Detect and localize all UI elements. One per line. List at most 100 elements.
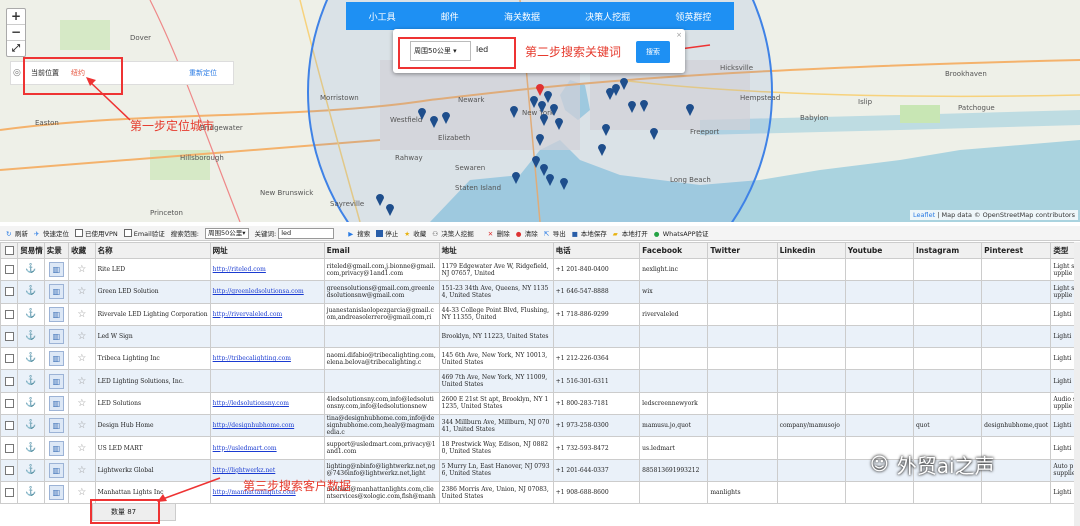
- close-icon[interactable]: ×: [676, 31, 682, 39]
- header-phone[interactable]: 电话: [552, 242, 641, 259]
- url-cell[interactable]: http://ledsolutionsny.com: [209, 391, 325, 416]
- row-select[interactable]: [0, 302, 19, 326]
- email-verify-checkbox[interactable]: Email验证: [123, 228, 165, 238]
- trade-cell[interactable]: ⚓: [17, 369, 45, 393]
- header-instagram[interactable]: Instagram: [912, 242, 983, 259]
- open-local-button[interactable]: ▰ 本地打开: [613, 228, 648, 239]
- building-icon[interactable]: ▥: [48, 262, 64, 278]
- url-cell[interactable]: http://rivervaleled.com: [209, 302, 325, 326]
- row-select[interactable]: [0, 369, 19, 393]
- scene-cell[interactable]: ▥: [43, 302, 70, 326]
- vertical-scrollbar[interactable]: [1074, 242, 1080, 526]
- scene-cell[interactable]: ▥: [43, 324, 70, 349]
- star-icon[interactable]: ☆: [77, 443, 86, 454]
- row-checkbox[interactable]: [4, 398, 14, 408]
- building-icon[interactable]: ▥: [48, 395, 64, 411]
- keyword-field[interactable]: led: [278, 227, 335, 239]
- trade-cell[interactable]: ⚓: [17, 324, 45, 349]
- building-icon[interactable]: ▥: [48, 373, 64, 389]
- trade-cell[interactable]: ⚓: [17, 391, 45, 416]
- table-row[interactable]: ⚓ ▥ ☆ Tribeca Lighting Inc http://tribecalig…: [0, 347, 1080, 371]
- fav-cell[interactable]: ☆: [68, 369, 96, 393]
- row-checkbox[interactable]: [4, 376, 14, 386]
- trade-cell[interactable]: ⚓: [17, 436, 45, 460]
- star-icon[interactable]: ☆: [77, 331, 86, 342]
- star-icon[interactable]: ☆: [77, 286, 86, 297]
- header-trade[interactable]: 贸易情: [17, 242, 45, 259]
- building-icon[interactable]: ▥: [48, 351, 64, 367]
- anchor-icon[interactable]: ⚓: [25, 353, 36, 363]
- favorite-button[interactable]: ★ 收藏: [404, 228, 426, 239]
- table-row[interactable]: ⚓ ▥ ☆ LED Solutions http://ledsolutionsny.co…: [0, 391, 1080, 416]
- star-icon[interactable]: ☆: [77, 264, 86, 275]
- trade-cell[interactable]: ⚓: [17, 280, 45, 304]
- range-dropdown[interactable]: 周围50公里 ▾: [204, 227, 249, 239]
- header-select[interactable]: [0, 242, 19, 259]
- star-icon[interactable]: ☆: [77, 420, 86, 431]
- search-button[interactable]: 搜索: [636, 41, 670, 63]
- row-checkbox[interactable]: [4, 354, 14, 364]
- row-checkbox[interactable]: [4, 309, 14, 319]
- header-name[interactable]: 名称: [94, 242, 211, 259]
- fav-cell[interactable]: ☆: [68, 414, 96, 438]
- header-url[interactable]: 网址: [209, 242, 325, 259]
- url-cell[interactable]: http://riteled.com: [209, 257, 325, 282]
- trade-cell[interactable]: ⚓: [17, 302, 45, 326]
- table-row[interactable]: ⚓ ▥ ☆ Rite LED http://riteled.com riteled@gma…: [0, 257, 1080, 282]
- fav-cell[interactable]: ☆: [68, 324, 96, 349]
- scene-cell[interactable]: ▥: [43, 257, 70, 282]
- fav-cell[interactable]: ☆: [68, 436, 96, 460]
- anchor-icon[interactable]: ⚓: [25, 398, 36, 408]
- star-icon[interactable]: ☆: [77, 398, 86, 409]
- building-icon[interactable]: ▥: [48, 418, 64, 434]
- star-icon[interactable]: ☆: [77, 309, 86, 320]
- header-facebook[interactable]: Facebook: [639, 242, 709, 259]
- header-scene[interactable]: 实景: [43, 242, 70, 259]
- row-checkbox[interactable]: [4, 421, 14, 431]
- header-fav[interactable]: 收藏: [68, 242, 96, 259]
- header-email[interactable]: Email: [323, 242, 440, 259]
- delete-button[interactable]: ✕ 删除: [488, 228, 510, 239]
- table-row[interactable]: ⚓ ▥ ☆ LED Lighting Solutions, Inc. 469 7th A…: [0, 369, 1080, 393]
- row-checkbox[interactable]: [4, 332, 14, 342]
- table-row[interactable]: ⚓ ▥ ☆ Design Hub Home http://designhubhome.c…: [0, 414, 1080, 438]
- leaflet-link[interactable]: Leaflet: [913, 211, 935, 219]
- range-select[interactable]: 周围50公里 ▾: [410, 41, 471, 61]
- row-checkbox[interactable]: [4, 265, 14, 275]
- row-select[interactable]: [0, 391, 19, 416]
- row-select[interactable]: [0, 280, 19, 304]
- row-select[interactable]: [0, 414, 19, 438]
- anchor-icon[interactable]: ⚓: [25, 376, 36, 386]
- refresh-button[interactable]: ↻ 刷新: [6, 228, 28, 239]
- star-icon[interactable]: ☆: [77, 353, 86, 364]
- row-select[interactable]: [0, 436, 19, 460]
- stop-button[interactable]: 停止: [376, 228, 398, 238]
- scene-cell[interactable]: ▥: [43, 391, 70, 416]
- nav-customs-data[interactable]: 海关数据: [504, 10, 540, 23]
- scene-cell[interactable]: ▥: [43, 436, 70, 460]
- fav-cell[interactable]: ☆: [68, 302, 96, 326]
- scene-cell[interactable]: ▥: [43, 369, 70, 393]
- url-cell[interactable]: http://designhubhome.com: [209, 414, 325, 438]
- url-cell[interactable]: [209, 369, 325, 393]
- anchor-icon[interactable]: ⚓: [25, 286, 36, 296]
- table-row[interactable]: ⚓ ▥ ☆ Led W Sign Brooklyn, NY 11223, United …: [0, 324, 1080, 349]
- url-cell[interactable]: [209, 324, 325, 349]
- toolbar-search-button[interactable]: ▶ 搜索: [348, 228, 370, 239]
- star-icon[interactable]: ☆: [77, 376, 86, 387]
- scene-cell[interactable]: ▥: [43, 414, 70, 438]
- row-select[interactable]: [0, 257, 19, 282]
- quick-locate-button[interactable]: ✈ 快速定位: [34, 228, 69, 239]
- nav-email[interactable]: 邮件: [441, 10, 459, 23]
- row-checkbox[interactable]: [4, 287, 14, 297]
- fav-cell[interactable]: ☆: [68, 280, 96, 304]
- fav-cell[interactable]: ☆: [68, 391, 96, 416]
- row-checkbox[interactable]: [4, 443, 14, 453]
- clear-button[interactable]: ● 清除: [516, 228, 538, 239]
- whatsapp-verify-button[interactable]: ● WhatsAPP验证: [654, 228, 709, 239]
- export-button[interactable]: ⇱ 导出: [544, 228, 566, 239]
- fav-cell[interactable]: ☆: [68, 347, 96, 371]
- header-linkedin[interactable]: Linkedin: [776, 242, 846, 259]
- url-cell[interactable]: http://usledmart.com: [209, 436, 325, 460]
- building-icon[interactable]: ▥: [48, 329, 64, 345]
